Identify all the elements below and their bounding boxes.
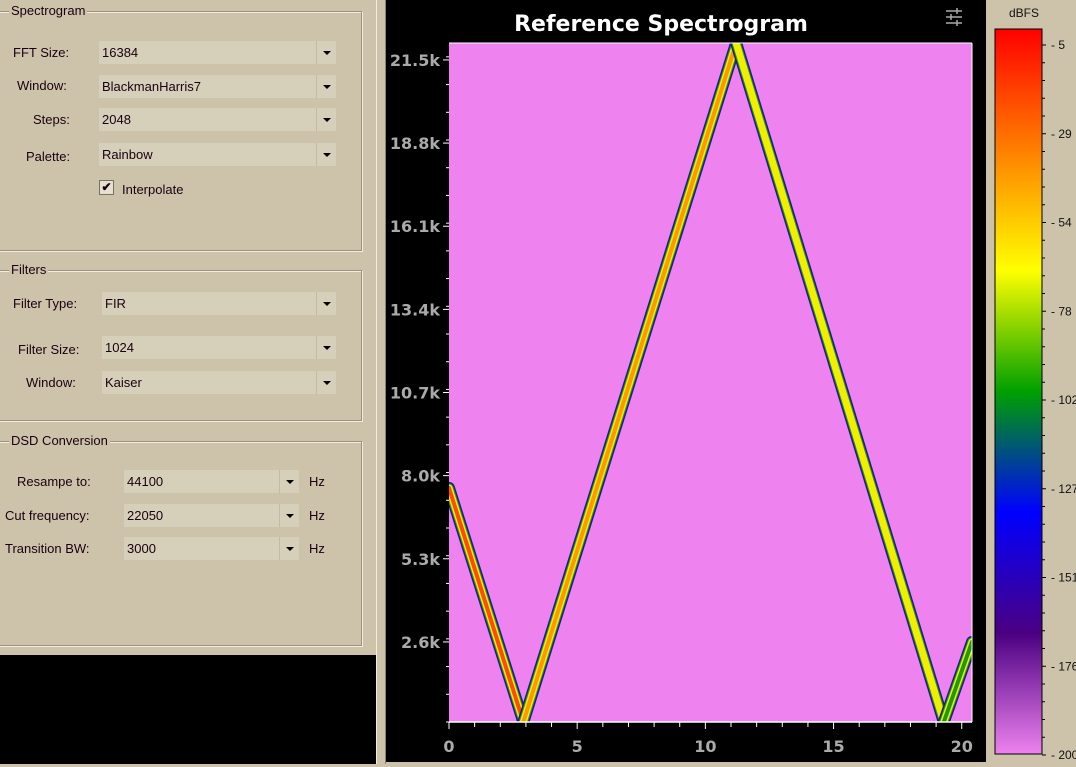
y-tick-label: 10.7k <box>390 384 440 403</box>
group-title: DSD Conversion <box>9 433 110 448</box>
colorbar-tick-label: - 151 <box>1051 571 1076 585</box>
chevron-down-icon[interactable] <box>316 371 336 394</box>
palette-label: Palette: <box>26 149 71 164</box>
fft-size-label: FFT Size: <box>13 45 70 60</box>
fft-size-select[interactable]: 16384 <box>99 41 336 64</box>
splitter-handle[interactable] <box>376 0 386 764</box>
steps-label: Steps: <box>33 112 70 127</box>
filter-window-select[interactable]: Kaiser <box>102 371 336 394</box>
chevron-down-icon[interactable] <box>279 537 299 560</box>
chevron-down-icon[interactable] <box>316 336 336 359</box>
sliders-icon[interactable] <box>946 8 962 26</box>
y-tick-label: 2.6k <box>401 633 440 652</box>
cut-frequency-label: Cut frequency: <box>5 508 90 523</box>
colorbar-tick-label: - 200 <box>1051 748 1076 762</box>
empty-area <box>0 655 376 764</box>
spectrogram-chart: Reference Spectrogram 0 5 10 15 20 21.5k 18.8k… <box>386 0 986 762</box>
interpolate-checkbox[interactable]: ✔ <box>99 180 114 195</box>
fft-size-value: 16384 <box>102 45 139 60</box>
colorbar-tick-label: - 54 <box>1051 216 1072 230</box>
window-value: BlackmanHarris7 <box>102 79 201 94</box>
colorbar-label: dBFS <box>1009 6 1039 20</box>
x-tick-label: 5 <box>572 737 583 756</box>
filter-type-value: FIR <box>105 296 126 311</box>
resample-label: Resampe to: <box>17 474 91 489</box>
y-tick-label: 8.0k <box>401 467 440 486</box>
palette-value: Rainbow <box>102 147 153 162</box>
colorbar-panel: dBFS - 5 - 29 - 54 - 78 - 102 - 127 - 151 - 176… <box>986 0 1076 764</box>
colorbar-gradient <box>994 28 1043 755</box>
filter-window-value: Kaiser <box>105 375 142 390</box>
x-tick-label: 0 <box>443 737 454 756</box>
steps-select[interactable]: 2048 <box>99 108 336 131</box>
chart-svg: Reference Spectrogram 0 5 10 15 20 21.5k 18.8k… <box>390 8 973 756</box>
y-tick-label: 16.1k <box>390 217 440 236</box>
filter-size-label: Filter Size: <box>18 342 80 357</box>
colorbar-tick-label: - 102 <box>1051 393 1076 407</box>
y-tick-label: 13.4k <box>390 300 440 319</box>
chevron-down-icon[interactable] <box>316 292 336 315</box>
chevron-down-icon[interactable] <box>316 75 336 98</box>
colorbar-tick-label: - 127 <box>1051 482 1076 496</box>
x-tick-label: 15 <box>822 737 844 756</box>
group-title: Filters <box>9 262 49 277</box>
palette-select[interactable]: Rainbow <box>99 143 336 166</box>
interpolate-label: Interpolate <box>122 182 184 197</box>
colorbar-tick-label: - 5 <box>1051 38 1065 52</box>
steps-value: 2048 <box>102 112 131 127</box>
filter-type-label: Filter Type: <box>13 296 78 311</box>
cut-frequency-select[interactable]: 22050 <box>124 504 299 527</box>
resample-value: 44100 <box>127 474 164 489</box>
cut-frequency-value: 22050 <box>127 508 164 523</box>
chart-title: Reference Spectrogram <box>514 12 808 37</box>
window-select[interactable]: BlackmanHarris7 <box>99 75 336 98</box>
settings-panel: Spectrogram FFT Size: 16384 Window: Blac… <box>0 0 376 655</box>
y-tick-label: 18.8k <box>390 134 440 153</box>
x-tick-label: 10 <box>694 737 716 756</box>
y-tick-label: 5.3k <box>401 550 440 569</box>
filter-size-select[interactable]: 1024 <box>102 336 336 359</box>
filter-window-label: Window: <box>26 375 76 390</box>
colorbar-tick-label: - 176 <box>1051 659 1076 673</box>
transition-bw-unit: Hz <box>309 541 325 556</box>
chevron-down-icon[interactable] <box>316 41 336 64</box>
x-tick-label: 20 <box>951 737 973 756</box>
transition-bw-label: Transition BW: <box>5 541 90 556</box>
resample-select[interactable]: 44100 <box>124 470 299 493</box>
filter-size-value: 1024 <box>105 340 134 355</box>
filter-type-select[interactable]: FIR <box>102 292 336 315</box>
chevron-down-icon[interactable] <box>316 143 336 166</box>
colorbar: dBFS - 5 - 29 - 54 - 78 - 102 - 127 - 151 - 176… <box>994 6 1076 762</box>
chevron-down-icon[interactable] <box>316 108 336 131</box>
window-label: Window: <box>17 78 67 93</box>
transition-bw-value: 3000 <box>127 541 156 556</box>
chevron-down-icon[interactable] <box>279 470 299 493</box>
cut-frequency-unit: Hz <box>309 508 325 523</box>
transition-bw-select[interactable]: 3000 <box>124 537 299 560</box>
colorbar-tick-label: - 29 <box>1051 127 1072 141</box>
y-tick-label: 21.5k <box>390 51 440 70</box>
resample-unit: Hz <box>309 474 325 489</box>
group-title: Spectrogram <box>9 3 88 18</box>
colorbar-tick-label: - 78 <box>1051 304 1072 318</box>
chevron-down-icon[interactable] <box>279 504 299 527</box>
